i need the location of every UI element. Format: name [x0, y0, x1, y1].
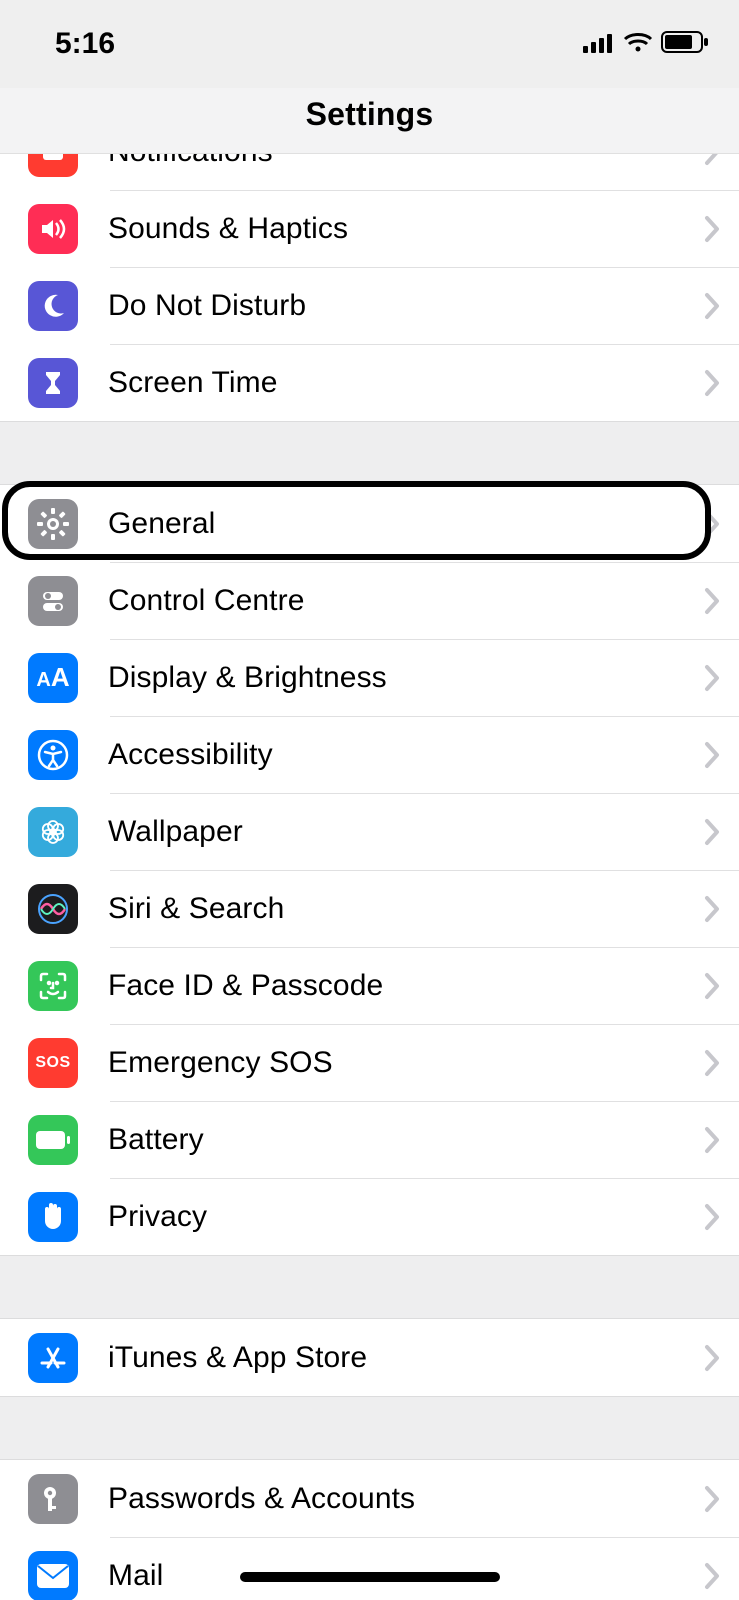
toggles-icon [28, 576, 78, 626]
settings-siri-search[interactable]: Siri & Search [0, 870, 739, 947]
chevron-right-icon [703, 1484, 721, 1514]
status-indicators [583, 27, 709, 61]
settings-row-label: Wallpaper [108, 815, 703, 849]
settings-do-not-disturb[interactable]: Do Not Disturb [0, 267, 739, 344]
settings-row-label: Display & Brightness [108, 661, 703, 695]
settings-row-label: Control Centre [108, 584, 703, 618]
settings-face-id[interactable]: Face ID & Passcode [0, 947, 739, 1024]
home-indicator[interactable] [240, 1572, 500, 1582]
hand-icon [28, 1192, 78, 1242]
appstore-icon [28, 1333, 78, 1383]
settings-row-label: Face ID & Passcode [108, 969, 703, 1003]
settings-control-centre[interactable]: Control Centre [0, 562, 739, 639]
settings-general[interactable]: General [0, 485, 739, 562]
settings-itunes-app-store[interactable]: iTunes & App Store [0, 1319, 739, 1396]
settings-row-label: iTunes & App Store [108, 1341, 703, 1375]
settings-row-label: Do Not Disturb [108, 289, 703, 323]
settings-group: Notifications Sounds & Haptics Do Not Dist… [0, 154, 739, 422]
page-title: Settings [306, 96, 434, 133]
settings-notifications[interactable]: Notifications [0, 154, 739, 190]
settings-row-label: Notifications [108, 154, 703, 169]
settings-mail[interactable]: Mail [0, 1537, 739, 1600]
siri-icon [28, 884, 78, 934]
status-time: 5:16 [55, 27, 115, 61]
settings-row-label: Sounds & Haptics [108, 212, 703, 246]
settings-row-label: Accessibility [108, 738, 703, 772]
chevron-right-icon [703, 1343, 721, 1373]
settings-wallpaper[interactable]: Wallpaper [0, 793, 739, 870]
aa-icon: AA [28, 653, 78, 703]
settings-row-label: Siri & Search [108, 892, 703, 926]
chevron-right-icon [703, 1048, 721, 1078]
chevron-right-icon [703, 509, 721, 539]
settings-row-label: Battery [108, 1123, 703, 1157]
chevron-right-icon [703, 1561, 721, 1591]
wifi-icon [623, 27, 653, 61]
key-icon [28, 1474, 78, 1524]
settings-screen-time[interactable]: Screen Time [0, 344, 739, 421]
chevron-right-icon [703, 1125, 721, 1155]
settings-row-label: General [108, 507, 703, 541]
cellular-signal-icon [583, 27, 615, 61]
settings-row-label: Privacy [108, 1200, 703, 1234]
mail-icon [28, 1551, 78, 1600]
settings-row-label: Passwords & Accounts [108, 1482, 703, 1516]
battery-icon [28, 1115, 78, 1165]
settings-battery[interactable]: Battery [0, 1101, 739, 1178]
settings-row-label: Screen Time [108, 366, 703, 400]
nav-header: Settings [0, 88, 739, 154]
hourglass-icon [28, 358, 78, 408]
chevron-right-icon [703, 214, 721, 244]
status-bar: 5:16 [0, 0, 739, 88]
chevron-right-icon [703, 971, 721, 1001]
notifications-icon [28, 154, 78, 177]
chevron-right-icon [703, 368, 721, 398]
sos-icon: SOS [28, 1038, 78, 1088]
settings-accessibility[interactable]: Accessibility [0, 716, 739, 793]
settings-passwords-accounts[interactable]: Passwords & Accounts [0, 1460, 739, 1537]
chevron-right-icon [703, 154, 721, 167]
chevron-right-icon [703, 817, 721, 847]
settings-emergency-sos[interactable]: SOS Emergency SOS [0, 1024, 739, 1101]
settings-privacy[interactable]: Privacy [0, 1178, 739, 1255]
chevron-right-icon [703, 894, 721, 924]
chevron-right-icon [703, 291, 721, 321]
chevron-right-icon [703, 586, 721, 616]
speaker-icon [28, 204, 78, 254]
settings-display-brightness[interactable]: AA Display & Brightness [0, 639, 739, 716]
settings-sounds-haptics[interactable]: Sounds & Haptics [0, 190, 739, 267]
accessibility-icon [28, 730, 78, 780]
moon-icon [28, 281, 78, 331]
settings-scroll[interactable]: Notifications Sounds & Haptics Do Not Dist… [0, 154, 739, 1600]
battery-icon [661, 27, 709, 61]
chevron-right-icon [703, 663, 721, 693]
settings-group: General Control Centre AA Display & Brightn… [0, 484, 739, 1256]
face-id-icon [28, 961, 78, 1011]
flower-icon [28, 807, 78, 857]
chevron-right-icon [703, 1202, 721, 1232]
chevron-right-icon [703, 740, 721, 770]
settings-row-label: Emergency SOS [108, 1046, 703, 1080]
gear-icon [28, 499, 78, 549]
settings-group: iTunes & App Store [0, 1318, 739, 1397]
